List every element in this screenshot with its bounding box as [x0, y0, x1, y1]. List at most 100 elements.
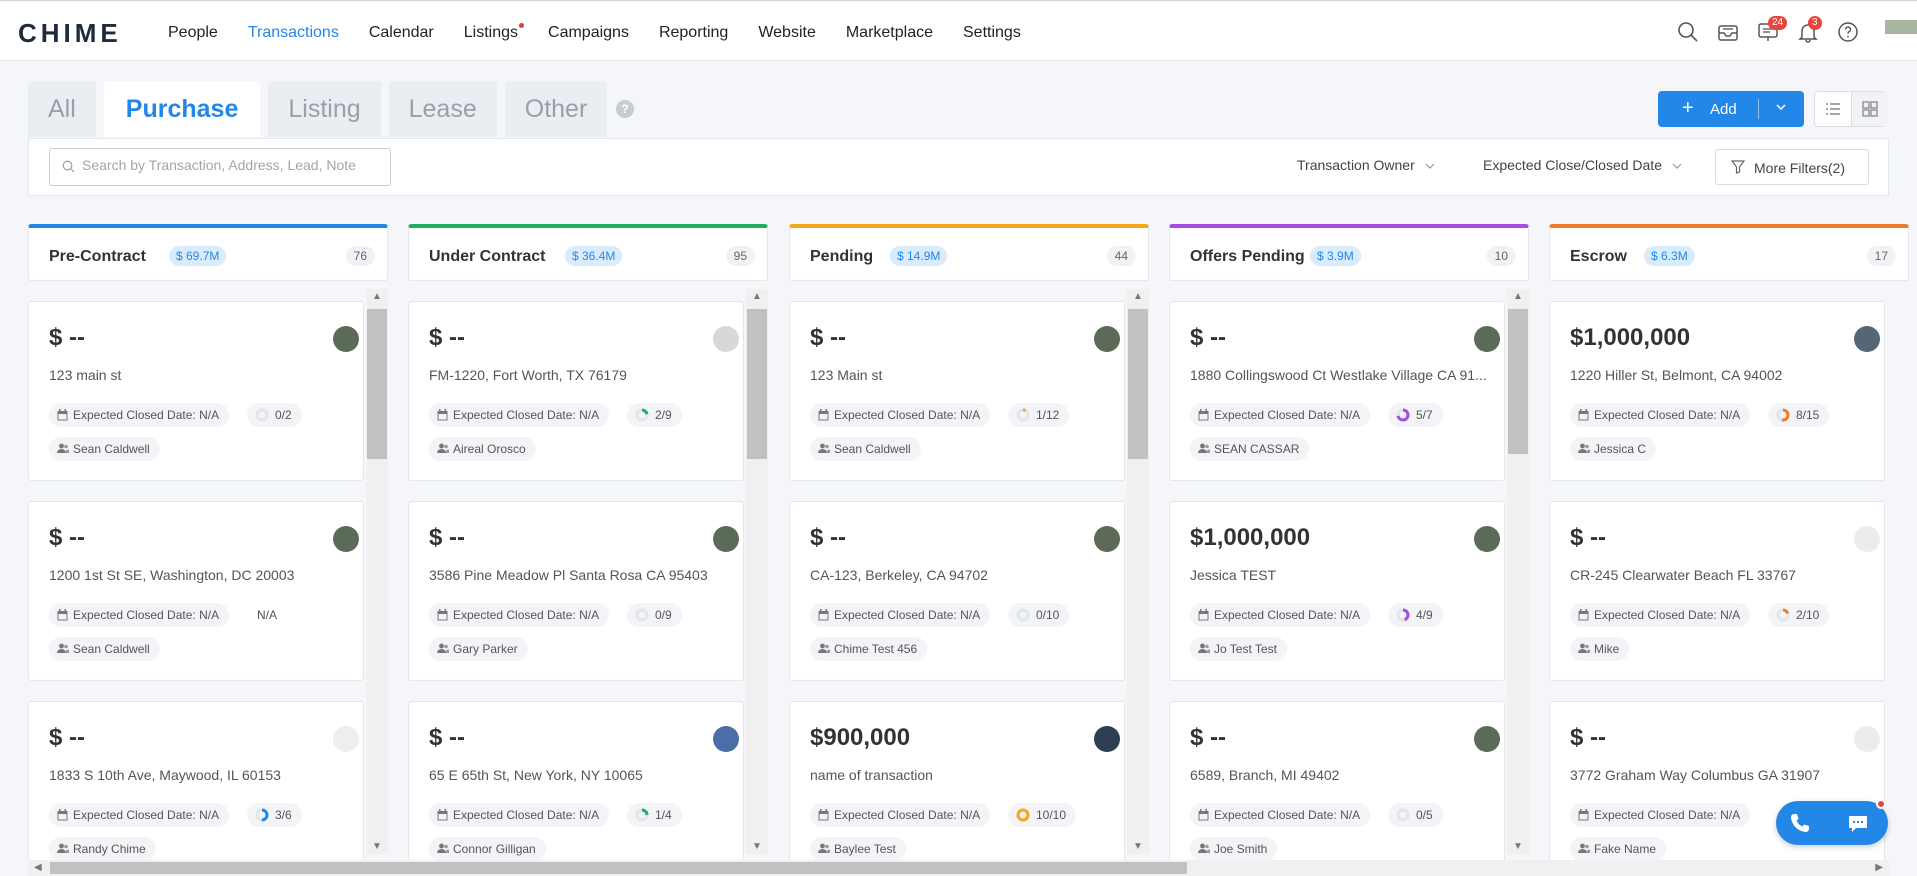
vertical-scroll-thumb[interactable]	[367, 309, 387, 459]
agent-avatar[interactable]	[333, 726, 359, 752]
owner-pill[interactable]: Chime Test 456	[810, 637, 928, 661]
transaction-card[interactable]: $ -- FM-1220, Fort Worth, TX 76179 Expecte…	[408, 301, 744, 481]
task-progress-pill[interactable]: 2/9	[627, 403, 682, 427]
nav-item-marketplace[interactable]: Marketplace	[846, 1, 933, 62]
scroll-down-arrow[interactable]: ▼	[372, 841, 382, 852]
transaction-card[interactable]: $ -- CA-123, Berkeley, CA 94702 Expected C…	[789, 501, 1125, 681]
agent-avatar[interactable]	[1474, 526, 1500, 552]
task-progress-pill[interactable]: 1/12	[1008, 403, 1070, 427]
list-view-icon[interactable]	[1815, 92, 1851, 126]
column-vertical-scrollbar[interactable]: ▲ ▼	[1127, 289, 1149, 854]
nav-item-listings[interactable]: Listings	[464, 1, 525, 62]
transaction-card[interactable]: $ -- 123 main st Expected Closed Date: N/A…	[28, 301, 364, 481]
agent-avatar[interactable]	[333, 526, 359, 552]
chime-logo[interactable]: CHIME	[18, 18, 122, 49]
more-filters-button[interactable]: More Filters(2)	[1715, 149, 1869, 185]
owner-pill[interactable]: Aireal Orosco	[429, 437, 536, 461]
scroll-up-arrow[interactable]: ▲	[372, 291, 382, 302]
nav-item-website[interactable]: Website	[758, 1, 816, 62]
tab-purchase[interactable]: Purchase	[103, 81, 261, 137]
chat-icon[interactable]	[1846, 811, 1870, 840]
agent-avatar[interactable]	[713, 726, 739, 752]
transaction-owner-dropdown[interactable]: Transaction Owner	[1297, 157, 1435, 173]
transaction-card[interactable]: $ -- 6589, Branch, MI 49402 Expected Close…	[1169, 701, 1505, 876]
close-date-dropdown[interactable]: Expected Close/Closed Date	[1483, 157, 1682, 173]
chevron-down-icon[interactable]	[1775, 100, 1787, 116]
tab-other[interactable]: Other	[504, 81, 608, 137]
transaction-card[interactable]: $ -- 1200 1st St SE, Washington, DC 20003…	[28, 501, 364, 681]
transaction-card[interactable]: $ -- 1833 S 10th Ave, Maywood, IL 60153 Ex…	[28, 701, 364, 876]
nav-item-calendar[interactable]: Calendar	[369, 1, 434, 62]
owner-pill[interactable]: Jo Test Test	[1190, 637, 1287, 661]
nav-item-campaigns[interactable]: Campaigns	[548, 1, 629, 62]
bell-icon[interactable]: 3	[1797, 16, 1822, 43]
inbox-icon[interactable]	[1717, 21, 1739, 43]
agent-avatar[interactable]	[1854, 726, 1880, 752]
owner-pill[interactable]: Gary Parker	[429, 637, 528, 661]
task-progress-pill[interactable]: 2/10	[1768, 603, 1830, 627]
agent-avatar[interactable]	[1094, 726, 1120, 752]
question-icon[interactable]: ?	[616, 100, 634, 118]
column-vertical-scrollbar[interactable]: ▲ ▼	[746, 289, 768, 854]
agent-avatar[interactable]	[333, 326, 359, 352]
transaction-card[interactable]: $900,000 name of transaction Expected Clos…	[789, 701, 1125, 876]
vertical-scroll-thumb[interactable]	[747, 309, 767, 459]
task-progress-pill[interactable]: 0/10	[1008, 603, 1070, 627]
agent-avatar[interactable]	[1854, 526, 1880, 552]
owner-pill[interactable]: SEAN CASSAR	[1190, 437, 1310, 461]
owner-pill[interactable]: Sean Caldwell	[810, 437, 921, 461]
nav-item-people[interactable]: People	[168, 1, 218, 62]
owner-pill[interactable]: Sean Caldwell	[49, 637, 160, 661]
agent-avatar[interactable]	[713, 326, 739, 352]
column-header[interactable]: Pre-Contract $ 69.7M 76	[28, 224, 388, 281]
task-progress-pill[interactable]: 4/9	[1388, 603, 1443, 627]
scroll-up-arrow[interactable]: ▲	[1513, 291, 1523, 302]
agent-avatar[interactable]	[1474, 726, 1500, 752]
transaction-card[interactable]: $ -- 65 E 65th St, New York, NY 10065 Expe…	[408, 701, 744, 876]
task-progress-pill[interactable]: N/A	[247, 603, 287, 627]
search-input[interactable]	[82, 157, 382, 173]
owner-pill[interactable]: Jessica C	[1570, 437, 1657, 461]
add-button[interactable]: + Add	[1658, 91, 1804, 127]
scroll-left-arrow[interactable]: ◀	[34, 862, 42, 873]
owner-pill[interactable]: Connor Gilligan	[429, 837, 546, 861]
owner-pill[interactable]: Mike	[1570, 637, 1630, 661]
transaction-card[interactable]: $ -- CR-245 Clearwater Beach FL 33767 Expe…	[1549, 501, 1885, 681]
horizontal-scrollbar[interactable]: ◀ ▶	[28, 860, 1889, 876]
nav-item-settings[interactable]: Settings	[963, 1, 1021, 62]
help-circle-icon[interactable]	[1837, 21, 1859, 43]
search-icon[interactable]	[1677, 21, 1699, 43]
transaction-card[interactable]: $ -- 123 Main st Expected Closed Date: N/A…	[789, 301, 1125, 481]
phone-icon[interactable]	[1788, 811, 1812, 840]
tab-listing[interactable]: Listing	[268, 81, 381, 137]
owner-pill[interactable]: Joe Smith	[1190, 837, 1278, 861]
task-progress-pill[interactable]: 0/5	[1388, 803, 1443, 827]
task-progress-pill[interactable]: 3/6	[247, 803, 302, 827]
owner-pill[interactable]: Sean Caldwell	[49, 437, 160, 461]
task-progress-pill[interactable]: 5/7	[1388, 403, 1443, 427]
nav-item-reporting[interactable]: Reporting	[659, 1, 728, 62]
scroll-right-arrow[interactable]: ▶	[1875, 862, 1883, 873]
scroll-up-arrow[interactable]: ▲	[752, 291, 762, 302]
scroll-down-arrow[interactable]: ▼	[752, 841, 762, 852]
column-header[interactable]: Pending $ 14.9M 44	[789, 224, 1149, 281]
task-progress-pill[interactable]: 10/10	[1008, 803, 1077, 827]
column-header[interactable]: Escrow $ 6.3M 17	[1549, 224, 1909, 281]
agent-avatar[interactable]	[1854, 326, 1880, 352]
task-progress-pill[interactable]: 0/2	[247, 403, 302, 427]
scroll-down-arrow[interactable]: ▼	[1133, 841, 1143, 852]
scroll-up-arrow[interactable]: ▲	[1133, 291, 1143, 302]
vertical-scroll-thumb[interactable]	[1128, 309, 1148, 459]
horizontal-scroll-thumb[interactable]	[50, 862, 1187, 874]
user-avatar[interactable]	[1885, 20, 1917, 34]
column-header[interactable]: Offers Pending $ 3.9M 10	[1169, 224, 1529, 281]
task-progress-pill[interactable]: 0/9	[627, 603, 682, 627]
owner-pill[interactable]: Randy Chime	[49, 837, 156, 861]
transaction-card[interactable]: $1,000,000 Jessica TEST Expected Closed Da…	[1169, 501, 1505, 681]
transaction-card[interactable]: $ -- 1880 Collingswood Ct Westlake Villag…	[1169, 301, 1505, 481]
column-header[interactable]: Under Contract $ 36.4M 95	[408, 224, 768, 281]
owner-pill[interactable]: Fake Name	[1570, 837, 1667, 861]
vertical-scroll-thumb[interactable]	[1508, 309, 1528, 454]
column-vertical-scrollbar[interactable]: ▲ ▼	[366, 289, 388, 854]
transaction-card[interactable]: $ -- 3586 Pine Meadow Pl Santa Rosa CA 95…	[408, 501, 744, 681]
